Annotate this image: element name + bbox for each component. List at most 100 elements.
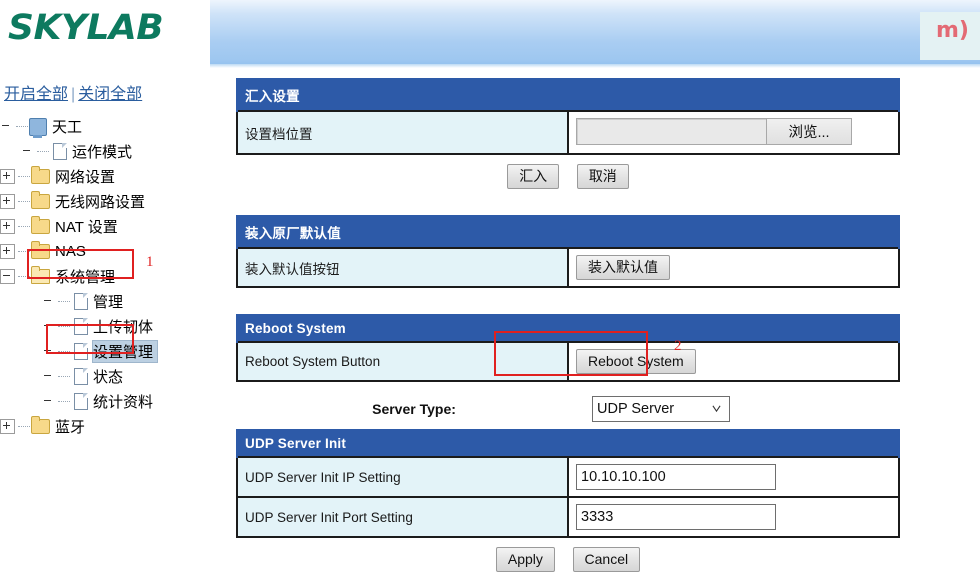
cancel-button[interactable]: Cancel xyxy=(572,547,641,572)
main-content: 汇入设置 设置档位置 浏览... 汇入 取消 装入原厂默认值 装入默认值按钮 装… xyxy=(236,78,900,572)
reboot-header-row: Reboot System xyxy=(236,314,900,343)
expander-placeholder xyxy=(42,295,55,308)
sidebar-item-1[interactable]: 运作模式 xyxy=(0,139,222,164)
sidebar-item-label[interactable]: 上传韧体 xyxy=(93,316,157,337)
udp-port-cell xyxy=(567,496,900,538)
sidebar-item-8[interactable]: 上传韧体 xyxy=(0,314,222,339)
expand-icon[interactable] xyxy=(0,194,15,209)
sidebar-item-6[interactable]: 系统管理 xyxy=(0,264,222,289)
expand-icon[interactable] xyxy=(0,419,15,434)
defaults-section-header: 装入原厂默认值 xyxy=(236,215,900,249)
import-submit-button[interactable]: 汇入 xyxy=(507,164,560,189)
table-row: UDP Server Init Port Setting xyxy=(236,496,900,538)
expand-icon[interactable] xyxy=(0,169,15,184)
server-type-row: Server Type: UDP Server xyxy=(236,396,900,422)
sidebar-item-7[interactable]: 管理 xyxy=(0,289,222,314)
reboot-panel-wrapper: Reboot System Reboot System Button Reboo… xyxy=(236,314,900,382)
defaults-header-row: 装入原厂默认值 xyxy=(236,215,900,249)
server-type-label: Server Type: xyxy=(372,401,456,417)
sidebar-item-label[interactable]: 网络设置 xyxy=(55,166,119,187)
sidebar-item-label[interactable]: 蓝牙 xyxy=(55,416,89,437)
sidebar-item-11[interactable]: 统计资料 xyxy=(0,389,222,414)
sidebar-item-12[interactable]: 蓝牙 xyxy=(0,414,222,439)
collapse-icon[interactable] xyxy=(0,269,15,284)
udp-port-input[interactable] xyxy=(576,504,776,530)
server-type-select[interactable]: UDP Server xyxy=(592,396,730,422)
tree-connector xyxy=(18,275,30,278)
reboot-section-header: Reboot System xyxy=(236,314,900,343)
sidebar-item-label[interactable]: 设置管理 xyxy=(91,340,159,363)
folder-icon xyxy=(31,191,50,209)
reboot-cell: Reboot System xyxy=(567,341,900,382)
apply-button[interactable]: Apply xyxy=(495,547,555,572)
expander-placeholder xyxy=(42,320,55,333)
udp-ip-label: UDP Server Init IP Setting xyxy=(236,456,569,498)
tree-toggle-links: 开启全部 | 关闭全部 xyxy=(0,72,222,108)
tree-connector xyxy=(18,200,30,203)
sidebar-item-label[interactable]: 无线网路设置 xyxy=(55,191,149,212)
reboot-system-panel: Reboot System Reboot System Button Reboo… xyxy=(236,314,900,382)
sidebar-item-0[interactable]: 天工 xyxy=(0,114,222,139)
page-icon xyxy=(74,393,88,410)
folder-icon xyxy=(31,241,50,259)
sidebar-item-3[interactable]: 无线网路设置 xyxy=(0,189,222,214)
import-settings-panel: 汇入设置 设置档位置 浏览... xyxy=(236,78,900,155)
import-file-row: 设置档位置 浏览... xyxy=(236,110,900,155)
sidebar-item-label[interactable]: 天工 xyxy=(52,116,86,137)
import-file-cell: 浏览... xyxy=(567,110,900,155)
udp-ip-cell xyxy=(567,456,900,498)
sidebar-item-2[interactable]: 网络设置 xyxy=(0,164,222,189)
tree-connector xyxy=(58,325,70,328)
sidebar-item-10[interactable]: 状态 xyxy=(0,364,222,389)
udp-ip-input[interactable] xyxy=(576,464,776,490)
skylab-logo: SKYLAB xyxy=(8,8,164,48)
settings-file-name[interactable] xyxy=(577,119,766,144)
sidebar-item-label[interactable]: 管理 xyxy=(93,291,127,312)
tree-connector xyxy=(58,375,70,378)
computer-icon xyxy=(29,117,47,138)
banner-badge-text: m) xyxy=(936,18,969,43)
settings-file-input[interactable]: 浏览... xyxy=(576,118,852,145)
sidebar-item-5[interactable]: NAS xyxy=(0,239,222,264)
sidebar-item-4[interactable]: NAT 设置 xyxy=(0,214,222,239)
folder-open-icon xyxy=(31,266,50,284)
banner-gradient xyxy=(210,0,980,68)
server-type-selected-value: UDP Server xyxy=(597,401,675,417)
sidebar-item-label[interactable]: 运作模式 xyxy=(72,141,136,162)
expander-placeholder xyxy=(21,145,34,158)
browse-button[interactable]: 浏览... xyxy=(766,119,851,144)
defaults-row: 装入默认值按钮 装入默认值 xyxy=(236,247,900,288)
import-cancel-button[interactable]: 取消 xyxy=(576,164,629,189)
import-file-label: 设置档位置 xyxy=(236,110,569,155)
udp-section-header: UDP Server Init xyxy=(236,429,900,458)
collapse-all-link[interactable]: 关闭全部 xyxy=(78,86,142,103)
expander-placeholder xyxy=(42,395,55,408)
defaults-label: 装入默认值按钮 xyxy=(236,247,569,288)
expand-icon[interactable] xyxy=(0,219,15,234)
sidebar-item-label[interactable]: NAS xyxy=(55,243,90,260)
import-actions: 汇入 取消 xyxy=(236,155,900,189)
expand-all-link[interactable]: 开启全部 xyxy=(4,86,68,103)
import-section-header: 汇入设置 xyxy=(236,78,900,112)
sidebar-item-label[interactable]: NAT 设置 xyxy=(55,216,122,237)
tree-connector xyxy=(18,175,30,178)
sidebar-item-label[interactable]: 状态 xyxy=(93,366,127,387)
page-icon xyxy=(74,368,88,385)
annotation-marker-1: 1 xyxy=(146,254,154,270)
expander-placeholder xyxy=(0,120,13,133)
sidebar-item-label[interactable]: 系统管理 xyxy=(55,266,119,287)
page-banner: SKYLAB m) xyxy=(0,0,980,72)
load-defaults-button[interactable]: 装入默认值 xyxy=(576,255,670,280)
folder-icon xyxy=(31,216,50,234)
toggle-separator: | xyxy=(71,86,76,103)
tree-connector xyxy=(16,125,28,128)
expand-icon[interactable] xyxy=(0,244,15,259)
udp-server-init-panel: UDP Server Init UDP Server Init IP Setti… xyxy=(236,429,900,538)
tree-connector xyxy=(37,150,49,153)
sidebar-item-9[interactable]: 设置管理 xyxy=(0,339,222,364)
sidebar-item-label[interactable]: 统计资料 xyxy=(93,391,157,412)
page-icon xyxy=(74,318,88,335)
chevron-down-icon xyxy=(712,405,721,413)
factory-defaults-panel: 装入原厂默认值 装入默认值按钮 装入默认值 xyxy=(236,215,900,288)
